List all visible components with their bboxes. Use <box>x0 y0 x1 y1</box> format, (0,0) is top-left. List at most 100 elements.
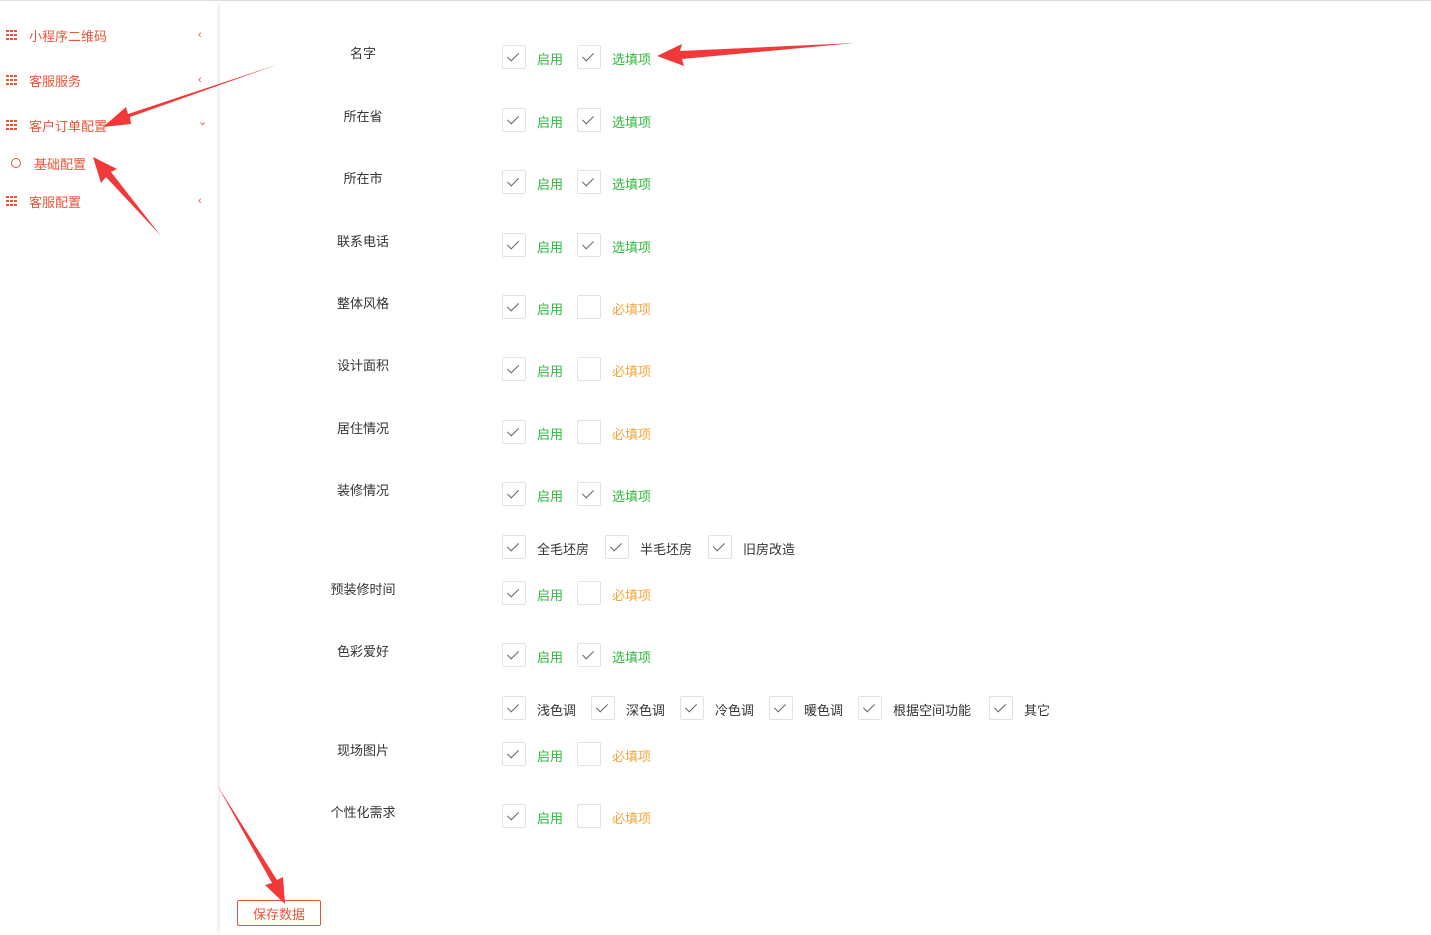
color-option-label: 冷色调 <box>715 703 755 718</box>
enable-label: 启用 <box>537 749 564 764</box>
enable-checkbox[interactable] <box>502 482 526 506</box>
optional-checkbox[interactable] <box>577 482 601 506</box>
chevron-left-icon: ‹ <box>198 74 202 86</box>
color-option-label: 根据空间功能 <box>893 703 972 718</box>
sidebar: 小程序二维码 ‹ 客服服务 ‹ 客户订单配置 ⌄ 基础配置 客服配置 ‹ <box>0 1 218 935</box>
requirement-label: 必填项 <box>612 749 652 764</box>
grid-menu-icon <box>6 75 18 85</box>
chevron-left-icon: ‹ <box>198 29 202 41</box>
decoration-option-checkbox[interactable] <box>502 535 526 559</box>
enable-checkbox[interactable] <box>502 170 526 194</box>
field-label: 预装修时间 <box>330 582 396 597</box>
enable-label: 启用 <box>537 364 564 379</box>
optional-checkbox[interactable] <box>577 420 601 444</box>
enable-label: 启用 <box>537 177 564 192</box>
requirement-label: 选填项 <box>612 52 652 67</box>
enable-checkbox[interactable] <box>502 804 526 828</box>
sidebar-item-order-config[interactable]: 客户订单配置 ⌄ <box>0 113 218 137</box>
field-label: 名字 <box>349 46 376 61</box>
color-option-label: 暖色调 <box>804 703 844 718</box>
requirement-label: 选填项 <box>612 650 652 665</box>
grid-menu-icon <box>6 120 18 130</box>
optional-checkbox[interactable] <box>577 357 601 381</box>
field-label: 装修情况 <box>336 483 389 498</box>
decoration-option-label: 全毛坯房 <box>537 542 590 557</box>
sidebar-item-label: 客服服务 <box>29 73 82 89</box>
requirement-label: 选填项 <box>612 489 652 504</box>
enable-label: 启用 <box>537 489 564 504</box>
enable-label: 启用 <box>537 427 564 442</box>
sidebar-item-label: 客户订单配置 <box>29 118 108 134</box>
color-option-label: 深色调 <box>626 703 666 718</box>
field-label: 个性化需求 <box>330 805 396 820</box>
decoration-option-label: 半毛坯房 <box>640 542 693 557</box>
enable-checkbox[interactable] <box>502 742 526 766</box>
enable-checkbox[interactable] <box>502 581 526 605</box>
enable-checkbox[interactable] <box>502 643 526 667</box>
field-label: 联系电话 <box>336 234 389 249</box>
optional-checkbox[interactable] <box>577 233 601 257</box>
optional-checkbox[interactable] <box>577 295 601 319</box>
requirement-label: 选填项 <box>612 177 652 192</box>
color-option-label: 其它 <box>1024 703 1051 718</box>
color-option-checkbox[interactable] <box>680 696 704 720</box>
field-label: 所在省 <box>343 109 383 124</box>
sidebar-item-label: 小程序二维码 <box>29 28 108 44</box>
optional-checkbox[interactable] <box>577 742 601 766</box>
color-option-label: 浅色调 <box>537 703 577 718</box>
enable-checkbox[interactable] <box>502 420 526 444</box>
decoration-option-checkbox[interactable] <box>708 535 732 559</box>
field-label: 居住情况 <box>336 421 389 436</box>
enable-checkbox[interactable] <box>502 108 526 132</box>
optional-checkbox[interactable] <box>577 170 601 194</box>
grid-menu-icon <box>6 196 18 206</box>
optional-checkbox[interactable] <box>577 643 601 667</box>
grid-menu-icon <box>6 30 18 40</box>
optional-checkbox[interactable] <box>577 804 601 828</box>
sidebar-item-qrcode[interactable]: 小程序二维码 ‹ <box>0 23 218 47</box>
color-option-checkbox[interactable] <box>502 696 526 720</box>
sidebar-subitem-basic-config[interactable]: 基础配置 <box>0 151 218 175</box>
field-label: 整体风格 <box>336 296 389 311</box>
requirement-label: 必填项 <box>612 302 652 317</box>
optional-checkbox[interactable] <box>577 581 601 605</box>
chevron-left-icon: ‹ <box>198 195 202 207</box>
optional-checkbox[interactable] <box>577 45 601 69</box>
enable-label: 启用 <box>537 650 564 665</box>
requirement-label: 选填项 <box>612 115 652 130</box>
field-label: 所在市 <box>343 171 383 186</box>
requirement-label: 必填项 <box>612 588 652 603</box>
sidebar-subitem-label: 基础配置 <box>34 156 87 172</box>
enable-label: 启用 <box>537 588 564 603</box>
save-button[interactable]: 保存数据 <box>237 900 321 926</box>
enable-label: 启用 <box>537 52 564 67</box>
config-form: 名字 启用 选填项 所在省 启用 选填项 所在市 启用 选填项 联系电话 启用 选填项 整体风格 启用 必填… <box>220 1 1431 935</box>
circle-icon <box>11 158 21 168</box>
enable-label: 启用 <box>537 240 564 255</box>
sidebar-item-service-config[interactable]: 客服配置 ‹ <box>0 189 218 213</box>
color-option-checkbox[interactable] <box>769 696 793 720</box>
color-option-checkbox[interactable] <box>858 696 882 720</box>
chevron-down-icon: ⌄ <box>198 116 208 128</box>
sidebar-item-customer-service[interactable]: 客服服务 ‹ <box>0 68 218 92</box>
enable-checkbox[interactable] <box>502 45 526 69</box>
decoration-option-checkbox[interactable] <box>605 535 629 559</box>
enable-checkbox[interactable] <box>502 233 526 257</box>
color-option-checkbox[interactable] <box>591 696 615 720</box>
requirement-label: 必填项 <box>612 427 652 442</box>
requirement-label: 必填项 <box>612 364 652 379</box>
field-label: 设计面积 <box>336 358 389 373</box>
color-option-checkbox[interactable] <box>989 696 1013 720</box>
enable-label: 启用 <box>537 811 564 826</box>
field-label: 现场图片 <box>336 743 389 758</box>
decoration-option-label: 旧房改造 <box>743 542 796 557</box>
enable-checkbox[interactable] <box>502 357 526 381</box>
enable-label: 启用 <box>537 115 564 130</box>
requirement-label: 必填项 <box>612 811 652 826</box>
enable-checkbox[interactable] <box>502 295 526 319</box>
requirement-label: 选填项 <box>612 240 652 255</box>
enable-label: 启用 <box>537 302 564 317</box>
sidebar-item-label: 客服配置 <box>29 194 82 210</box>
optional-checkbox[interactable] <box>577 108 601 132</box>
field-label: 色彩爱好 <box>336 644 389 659</box>
